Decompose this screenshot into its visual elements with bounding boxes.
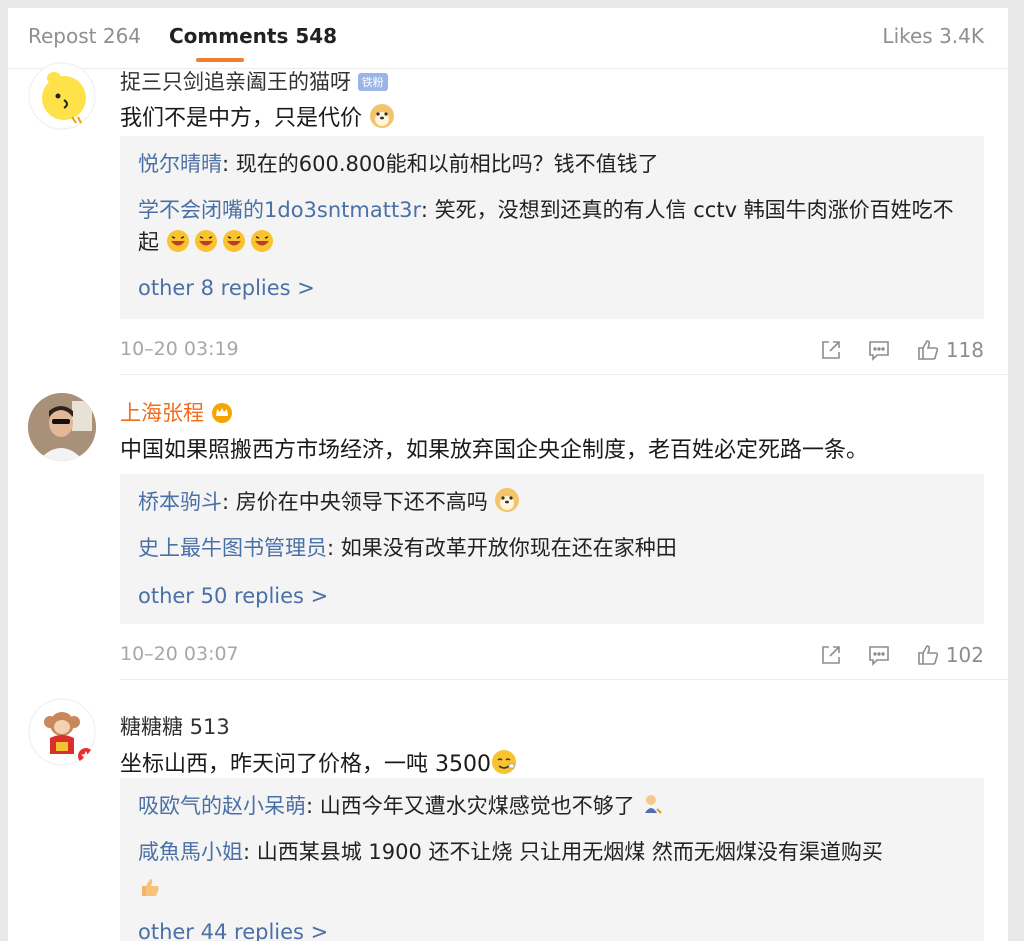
reply-icon[interactable]	[868, 339, 890, 361]
reply-box: 悦尔晴晴: 现在的600.800能和以前相比吗？钱不值钱了 学不会闭嘴的1do3…	[120, 136, 984, 319]
like-count: 102	[945, 643, 984, 667]
comment-username[interactable]: 上海张程	[120, 397, 233, 427]
thumbs-up-emoji-icon	[138, 875, 162, 908]
reply-username[interactable]: 吸欧气的赵小呆萌	[138, 794, 306, 818]
like-count: 118	[945, 338, 984, 362]
avatar[interactable]	[28, 393, 96, 461]
comment-username[interactable]: 捉三只剑追亲阖王的猫呀 铁粉	[120, 66, 388, 96]
user-photo-icon	[28, 393, 96, 461]
comment-text: 坐标山西，昨天问了价格，一吨 3500	[120, 746, 517, 781]
reply-item: 悦尔晴晴: 现在的600.800能和以前相比吗？钱不值钱了	[138, 152, 659, 176]
reply-item: 桥本驹斗: 房价在中央领导下还不高吗	[138, 486, 966, 522]
tab-likes[interactable]: Likes 3.4K	[882, 24, 984, 48]
tab-bar: Repost 264 Comments 548 Likes 3.4K	[8, 8, 1008, 69]
like-button[interactable]: 118	[916, 338, 984, 362]
thumbs-up-icon	[918, 645, 938, 665]
thumbs-up-icon	[918, 340, 938, 360]
tab-comments[interactable]: Comments 548	[169, 24, 337, 48]
avatar[interactable]	[28, 62, 96, 130]
figure-emoji-icon	[641, 793, 663, 826]
vip-badge-icon	[76, 746, 96, 766]
like-button[interactable]: 102	[916, 643, 984, 667]
comment-text: 中国如果照搬西方市场经济，如果放弃国企央企制度，老百姓必定死路一条。	[120, 438, 869, 463]
chick-avatar-icon	[28, 62, 96, 130]
smirk-emoji-icon	[491, 749, 517, 781]
reply-item: 咸魚馬小姐: 山西某县城 1900 还不让烧 只让用无烟煤 然而无烟煤没有渠道购…	[138, 840, 883, 864]
reply-item: 史上最牛图书管理员: 如果没有改革开放你现在还在家种田	[138, 536, 677, 560]
tab-repost[interactable]: Repost 264	[28, 24, 141, 48]
more-replies-link[interactable]: other 50 replies >	[138, 584, 328, 608]
reply-username[interactable]: 学不会闭嘴的1do3sntmatt3r	[138, 198, 421, 222]
active-tab-indicator	[196, 58, 244, 62]
comment-panel: Repost 264 Comments 548 Likes 3.4K 捉三只剑追…	[8, 8, 1008, 941]
more-replies-link[interactable]: other 8 replies >	[138, 276, 315, 300]
comment-actions: 118	[820, 337, 984, 363]
reply-username[interactable]: 史上最牛图书管理员	[138, 536, 327, 560]
comment-text: 我们不是中方，只是代价	[120, 100, 395, 135]
divider	[120, 374, 1008, 375]
share-icon[interactable]	[820, 339, 842, 361]
fan-badge: 铁粉	[357, 73, 388, 91]
reply-icon[interactable]	[868, 644, 890, 666]
reply-box: 吸欧气的赵小呆萌: 山西今年又遭水灾煤感觉也不够了 咸魚馬小姐: 山西某县城 1…	[120, 778, 984, 941]
reply-box: 桥本驹斗: 房价在中央领导下还不高吗 史上最牛图书管理员: 如果没有改革开放你现…	[120, 474, 984, 624]
avatar[interactable]	[28, 698, 96, 766]
more-replies-link[interactable]: other 44 replies >	[138, 920, 328, 941]
reply-item: 吸欧气的赵小呆萌: 山西今年又遭水灾煤感觉也不够了	[138, 790, 966, 826]
doge-emoji-icon	[494, 487, 520, 522]
reply-item: 学不会闭嘴的1do3sntmatt3r: 笑死，没想到还真的有人信 cctv 韩…	[138, 198, 954, 254]
comment-username[interactable]: 糖糖糖 513	[120, 711, 230, 741]
comment-time: 10–20 03:19	[120, 338, 239, 360]
crown-badge-icon	[211, 401, 233, 425]
reply-username[interactable]: 咸魚馬小姐	[138, 840, 243, 864]
reply-username[interactable]: 桥本驹斗	[138, 490, 222, 514]
laughing-emoji-icon	[166, 230, 274, 254]
divider	[120, 679, 1008, 680]
comment-time: 10–20 03:07	[120, 643, 239, 665]
reply-username[interactable]: 悦尔晴晴	[138, 152, 222, 176]
reply-emoji-line	[138, 872, 966, 908]
comment-actions: 102	[820, 642, 984, 668]
doge-emoji-icon	[369, 103, 395, 135]
share-icon[interactable]	[820, 644, 842, 666]
